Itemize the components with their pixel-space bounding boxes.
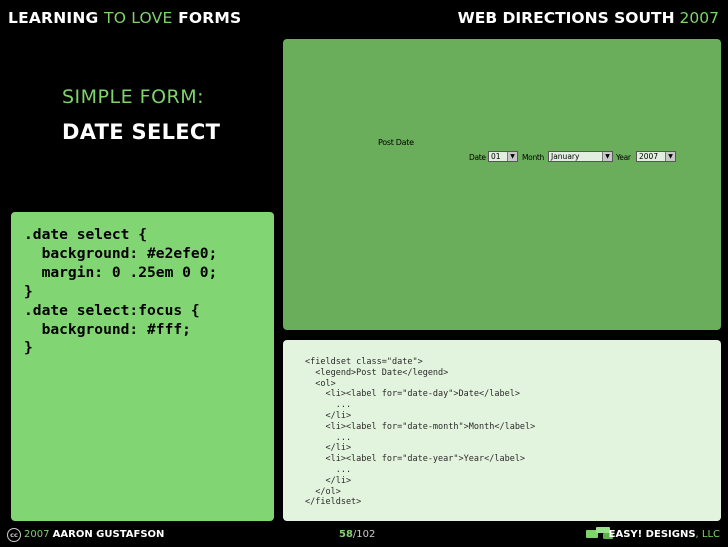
year-select[interactable]: 2007 ▼ (636, 151, 676, 162)
slide-title: DATE SELECT (62, 120, 221, 144)
day-select-value: 01 (491, 152, 501, 161)
day-label: Date (469, 153, 486, 162)
slide-subtitle: SIMPLE FORM: (62, 86, 205, 108)
year-select-value: 2007 (639, 152, 659, 161)
day-dropdown-icon: ▼ (507, 152, 517, 161)
footer-author-name: AARON GUSTAFSON (52, 529, 165, 540)
company-name: EASY! DESIGNS (608, 529, 696, 540)
page-current: 58 (339, 529, 353, 540)
company-suffix: , LLC (695, 529, 720, 540)
html-code-block: <fieldset class="date"> <legend>Post Dat… (305, 357, 536, 508)
conference-title: WEB DIRECTIONS SOUTH 2007 (458, 9, 719, 27)
month-select-value: January (551, 152, 580, 161)
conference-year: 2007 (679, 9, 719, 27)
footer-author: 2007 AARON GUSTAFSON (24, 529, 164, 540)
year-label: Year (616, 153, 631, 162)
year-dropdown-icon: ▼ (665, 152, 675, 161)
page-counter: 58/102 (339, 529, 375, 540)
fieldset-legend: Post Date (378, 138, 414, 147)
presentation-title: LEARNING TO LOVE FORMS (8, 9, 241, 27)
page-total: 102 (356, 529, 376, 540)
css-code-block: .date select { background: #e2efe0; marg… (24, 226, 218, 357)
html-code-panel: <fieldset class="date"> <legend>Post Dat… (283, 340, 721, 521)
conference-name: WEB DIRECTIONS SOUTH (457, 9, 675, 27)
title-part-forms: FORMS (178, 9, 242, 27)
month-label: Month (522, 153, 545, 162)
creative-commons-icon: cc (7, 528, 21, 542)
day-select[interactable]: 01 ▼ (488, 151, 518, 162)
month-select[interactable]: January ▼ (548, 151, 613, 162)
title-part-learning: LEARNING (8, 9, 99, 27)
month-dropdown-icon: ▼ (602, 152, 612, 161)
footer-company: EASY! DESIGNS, LLC (609, 529, 720, 540)
title-part-to-love: TO LOVE (104, 9, 173, 27)
footer-year: 2007 (24, 529, 50, 540)
form-preview-panel: Post Date Date 01 ▼ Month January ▼ Year… (283, 39, 721, 330)
css-code-panel: .date select { background: #e2efe0; marg… (11, 212, 274, 521)
